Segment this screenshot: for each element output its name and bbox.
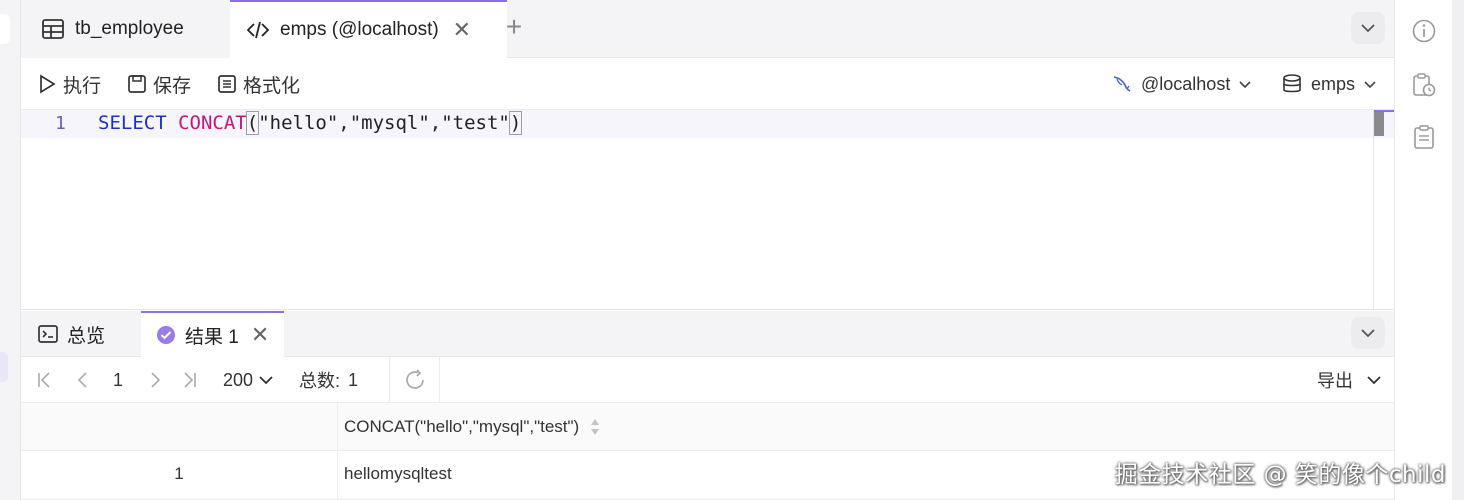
total-label: 总数: [299, 371, 341, 391]
result-collapse-button[interactable] [1351, 317, 1385, 349]
tab-label: emps (@localhost) [280, 19, 439, 40]
editor-scrollbar-thumb[interactable] [1374, 112, 1384, 136]
save-button[interactable]: 保存 [127, 70, 191, 98]
result-tab-bar: 总览 结果 1 ✕ [21, 311, 1395, 357]
check-circle-icon [157, 326, 175, 344]
sql-code[interactable]: SELECT CONCAT("hello","mysql","test") [98, 111, 523, 135]
chevron-down-icon [259, 376, 273, 385]
code-editor[interactable]: 1 SELECT CONCAT("hello","mysql","test") [21, 110, 1395, 310]
table-cell[interactable]: hellomysqltest [344, 464, 452, 484]
keyword-select: SELECT [98, 112, 167, 134]
column-divider [337, 403, 338, 450]
result-table-header: CONCAT("hello","mysql","test") [21, 403, 1395, 451]
database-label: emps [1311, 73, 1356, 94]
editor-tab-bar: tb_employee emps (@localhost) ✕ + [21, 0, 1395, 58]
chevron-down-icon [1239, 81, 1251, 89]
connection-label: @localhost [1141, 73, 1231, 94]
column-header[interactable]: CONCAT("hello","mysql","test") [344, 416, 601, 438]
sort-icon[interactable] [589, 416, 601, 438]
refresh-icon [406, 369, 424, 389]
total-count: 总数: 1 [299, 367, 358, 393]
clipboard-history-icon[interactable] [1411, 72, 1437, 98]
refresh-button[interactable] [403, 367, 427, 393]
run-button[interactable]: 执行 [37, 70, 101, 98]
format-icon [218, 75, 236, 93]
result-pager: 1 200 总数: 1 导出 [21, 357, 1395, 403]
current-page[interactable]: 1 [113, 367, 123, 393]
page-size-value: 200 [223, 369, 254, 390]
open-paren: ( [245, 111, 260, 135]
watermark: 掘金技术社区 @ 笑的像个child [1114, 462, 1446, 488]
column-divider [337, 451, 338, 499]
add-tab-button[interactable]: + [499, 13, 529, 43]
chevron-down-icon [1367, 376, 1381, 385]
tab-tb-employee[interactable]: tb_employee [21, 0, 230, 58]
total-value: 1 [348, 369, 359, 390]
prev-page-button[interactable] [73, 367, 93, 393]
terminal-icon [38, 325, 58, 343]
row-index: 1 [174, 464, 184, 483]
left-strip-notch [0, 14, 10, 44]
clipboard-list-icon[interactable] [1411, 124, 1437, 150]
table-icon [42, 19, 64, 39]
save-icon [128, 75, 146, 93]
run-label: 执行 [63, 75, 102, 97]
export-label: 导出 [1317, 371, 1353, 391]
database-icon [1283, 74, 1301, 93]
sql-editor-panel: tb_employee emps (@localhost) ✕ + 执行 保存 … [20, 0, 1395, 500]
last-page-icon [184, 372, 196, 388]
database-selector[interactable]: emps [1281, 70, 1377, 98]
tab-label: 结果 1 [185, 326, 239, 348]
close-icon[interactable]: ✕ [251, 322, 269, 348]
mysql-dolphin-icon [1113, 76, 1131, 92]
first-page-button[interactable] [35, 367, 55, 393]
window-edge [1452, 0, 1464, 500]
pager-divider [389, 357, 390, 403]
close-paren: ) [508, 111, 523, 135]
tab-emps[interactable]: emps (@localhost) ✕ [230, 0, 507, 58]
last-page-button[interactable] [179, 367, 199, 393]
chevron-down-icon [1361, 329, 1375, 338]
tab-label: tb_employee [75, 18, 184, 39]
code-icon [246, 21, 270, 39]
function-name: CONCAT [178, 112, 247, 134]
tab-label: 总览 [67, 325, 106, 347]
chevron-down-icon [1361, 24, 1375, 33]
function-args: "hello","mysql","test" [258, 112, 510, 134]
export-button[interactable]: 导出 [1317, 367, 1383, 393]
left-strip-marker [0, 352, 8, 382]
chevron-right-icon [151, 372, 161, 388]
chevron-left-icon [77, 372, 87, 388]
line-number: 1 [55, 113, 66, 134]
column-header-label: CONCAT("hello","mysql","test") [344, 417, 580, 436]
format-button[interactable]: 格式化 [217, 70, 300, 98]
chevron-down-icon [1364, 81, 1376, 89]
editor-toolbar: 执行 保存 格式化 @localhost emps [21, 58, 1395, 110]
page-size-selector[interactable]: 200 [223, 367, 275, 393]
connection-selector[interactable]: @localhost [1111, 70, 1252, 98]
next-page-button[interactable] [145, 367, 165, 393]
play-icon [40, 74, 56, 94]
editor-scrollbar-track [1373, 110, 1374, 310]
right-sidebar [1394, 0, 1464, 500]
tab-overview[interactable]: 总览 [21, 311, 141, 357]
save-label: 保存 [153, 75, 192, 97]
pager-divider [439, 357, 440, 403]
tabs-dropdown-button[interactable] [1351, 12, 1385, 44]
format-label: 格式化 [243, 75, 301, 97]
info-icon[interactable] [1411, 18, 1437, 44]
tab-result-1[interactable]: 结果 1 ✕ [141, 311, 284, 357]
left-strip [0, 0, 20, 500]
first-page-icon [38, 372, 50, 388]
close-icon[interactable]: ✕ [453, 17, 471, 43]
